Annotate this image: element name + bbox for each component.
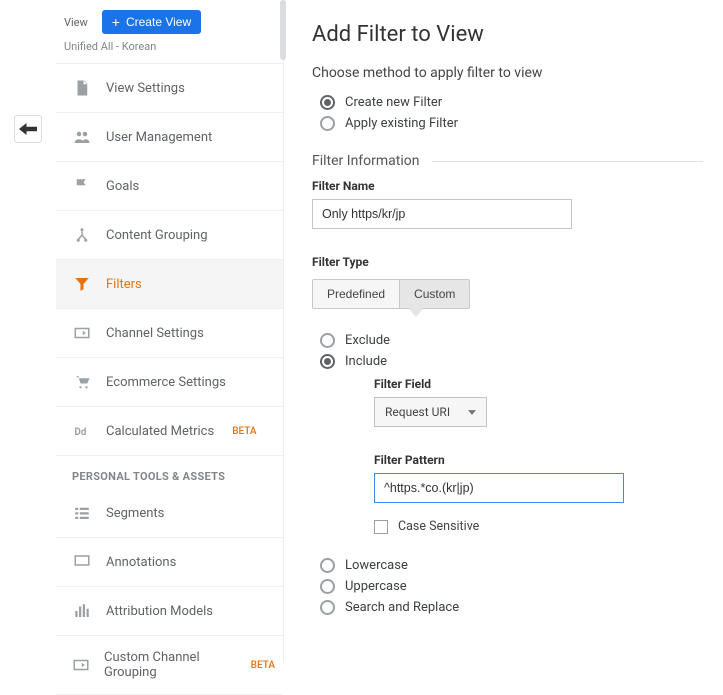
page-title: Add Filter to View	[312, 22, 703, 47]
radio-label: Include	[345, 354, 387, 369]
filter-info-heading: Filter Information	[312, 153, 420, 169]
beta-badge: BETA	[232, 426, 256, 437]
choose-method-label: Choose method to apply filter to view	[312, 65, 703, 81]
radio-icon	[320, 116, 335, 131]
scrollbar-thumb[interactable]	[280, 0, 286, 60]
sidebar-item-custom-channel-grouping[interactable]: Custom Channel Grouping BETA	[56, 636, 283, 695]
sidebar-item-label: Goals	[106, 179, 139, 194]
svg-text:Dd: Dd	[75, 427, 87, 438]
sidebar-item-calculated-metrics[interactable]: Dd Calculated Metrics BETA	[56, 407, 283, 456]
sidebar-item-label: Custom Channel Grouping	[104, 650, 233, 680]
radio-label: Uppercase	[345, 579, 407, 594]
sidebar-section-personal: PERSONAL TOOLS & ASSETS	[56, 456, 283, 489]
case-sensitive-checkbox[interactable]: Case Sensitive	[374, 519, 703, 534]
sidebar-item-label: View Settings	[106, 81, 185, 96]
create-view-label: Create View	[126, 15, 191, 29]
sidebar-item-label: Channel Settings	[106, 326, 204, 341]
filter-type-label: Filter Type	[312, 255, 703, 269]
sidebar-item-label: User Management	[106, 130, 212, 145]
radio-icon	[320, 333, 335, 348]
document-icon	[72, 78, 92, 98]
bar-chart-icon	[72, 601, 92, 621]
content-grouping-icon	[72, 225, 92, 245]
radio-create-new[interactable]: Create new Filter	[320, 95, 703, 110]
filter-pattern-label: Filter Pattern	[374, 453, 703, 467]
filter-name-input[interactable]	[312, 199, 572, 229]
radio-label: Apply existing Filter	[345, 116, 458, 131]
filter-pattern-input[interactable]	[374, 473, 624, 503]
radio-icon	[320, 579, 335, 594]
channel-icon	[72, 323, 92, 343]
sidebar-item-annotations[interactable]: Annotations	[56, 538, 283, 587]
sidebar-item-label: Calculated Metrics	[106, 424, 214, 439]
sidebar-item-goals[interactable]: Goals	[56, 162, 283, 211]
radio-icon	[320, 600, 335, 615]
sidebar-header-label: View	[64, 16, 88, 29]
radio-exclude[interactable]: Exclude	[320, 333, 703, 348]
sidebar-item-label: Content Grouping	[106, 228, 208, 243]
filter-field-dropdown[interactable]: Request URI	[374, 397, 487, 427]
sidebar-item-user-management[interactable]: User Management	[56, 113, 283, 162]
radio-label: Create new Filter	[345, 95, 442, 110]
radio-label: Exclude	[345, 333, 390, 348]
dropdown-value: Request URI	[385, 405, 450, 419]
back-button[interactable]	[14, 115, 42, 143]
radio-lowercase[interactable]: Lowercase	[320, 558, 703, 573]
sidebar-item-label: Segments	[106, 506, 164, 521]
checkbox-icon	[374, 520, 388, 534]
people-icon	[72, 127, 92, 147]
filter-field-label: Filter Field	[374, 377, 703, 391]
radio-label: Search and Replace	[345, 600, 459, 615]
radio-label: Lowercase	[345, 558, 408, 573]
tab-custom[interactable]: Custom	[399, 280, 469, 308]
divider	[432, 161, 704, 162]
sidebar-item-channel-settings[interactable]: Channel Settings	[56, 309, 283, 358]
sidebar-item-ecommerce-settings[interactable]: Ecommerce Settings	[56, 358, 283, 407]
sidebar-item-label: Ecommerce Settings	[106, 375, 226, 390]
radio-icon	[320, 558, 335, 573]
radio-icon	[320, 354, 335, 369]
tab-predefined[interactable]: Predefined	[313, 280, 399, 308]
funnel-icon	[72, 274, 92, 294]
sidebar-item-label: Filters	[106, 277, 142, 292]
sidebar-item-content-grouping[interactable]: Content Grouping	[56, 211, 283, 260]
checkbox-label: Case Sensitive	[398, 519, 479, 534]
radio-apply-existing[interactable]: Apply existing Filter	[320, 116, 703, 131]
filter-name-label: Filter Name	[312, 179, 703, 193]
radio-uppercase[interactable]: Uppercase	[320, 579, 703, 594]
radio-icon	[320, 95, 335, 110]
sidebar-item-label: Attribution Models	[106, 604, 213, 619]
annotation-icon	[72, 552, 92, 572]
channel-icon	[72, 655, 90, 675]
beta-badge: BETA	[251, 660, 275, 671]
chevron-down-icon	[409, 308, 423, 317]
sidebar-item-attribution-models[interactable]: Attribution Models	[56, 587, 283, 636]
segments-icon	[72, 503, 92, 523]
dd-icon: Dd	[72, 421, 92, 441]
plus-icon: +	[112, 15, 120, 29]
create-view-button[interactable]: + Create View	[102, 10, 201, 34]
radio-search-replace[interactable]: Search and Replace	[320, 600, 703, 615]
chevron-down-icon	[468, 410, 476, 415]
sidebar-item-filters[interactable]: Filters	[56, 260, 283, 309]
back-arrow-icon	[19, 122, 37, 136]
radio-include[interactable]: Include	[320, 354, 703, 369]
sidebar-item-view-settings[interactable]: View Settings	[56, 64, 283, 113]
main-content: Add Filter to View Choose method to appl…	[284, 0, 723, 663]
filter-type-segmented: Predefined Custom	[312, 279, 470, 309]
sidebar-item-segments[interactable]: Segments	[56, 489, 283, 538]
sidebar-item-label: Annotations	[106, 555, 176, 570]
cart-icon	[72, 372, 92, 392]
sidebar: View + Create View Unified All - Korean …	[56, 0, 284, 663]
sidebar-subtitle: Unified All - Korean	[56, 40, 283, 64]
flag-icon	[72, 176, 92, 196]
